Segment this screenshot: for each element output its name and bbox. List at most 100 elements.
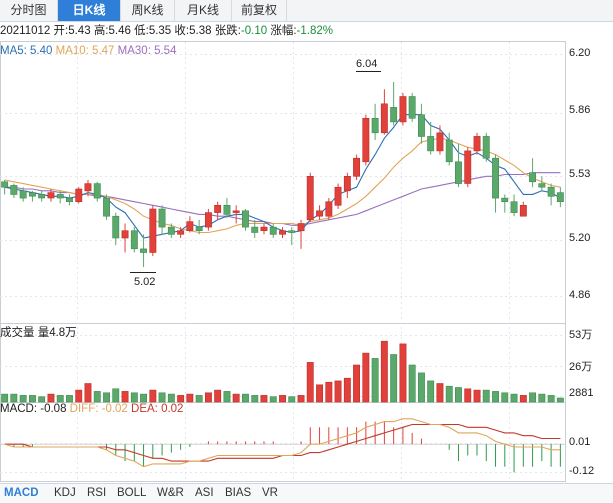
candle-body (436, 132, 444, 152)
tab-boll[interactable]: BOLL (117, 484, 146, 503)
kline-chart[interactable] (0, 0, 613, 502)
volume-bar (121, 391, 129, 403)
candle-body (56, 194, 64, 199)
candle-body (10, 185, 18, 195)
volume-bar (464, 388, 472, 403)
volume-bar (353, 364, 360, 403)
volume-bar (223, 391, 231, 403)
candle-body (1, 181, 9, 188)
volume-bar (482, 389, 490, 403)
volume-bar (297, 395, 305, 403)
indicator-tabbar: MACD KDJ RSI BOLL W&R ASI BIAS VR (0, 483, 613, 503)
candle-body (288, 230, 296, 233)
candle-body (38, 194, 46, 199)
candle-body (279, 230, 286, 235)
volume-bar (445, 385, 453, 403)
candle-body (362, 118, 370, 163)
volume-bar (288, 396, 296, 403)
volume-tick: 53万 (569, 329, 593, 341)
candle-body (232, 210, 240, 213)
candle-body (473, 136, 481, 152)
low-annotation: 5.02 (134, 276, 156, 288)
candle-body (501, 197, 509, 203)
macd-tick: 0.01 (569, 436, 591, 448)
volume-bar (371, 358, 379, 403)
volume-bar (556, 397, 564, 403)
macd-legend-dea: DEA: 0.02 (131, 403, 184, 415)
candle-body (251, 226, 259, 233)
tab-rsi[interactable]: RSI (87, 484, 106, 503)
candle-body (316, 210, 323, 217)
macd-legend-diff: DIFF: -0.02 (69, 403, 128, 415)
price-tick: 6.20 (569, 47, 591, 59)
candle-body (75, 188, 83, 202)
candle-body (149, 208, 157, 253)
volume-bar (399, 343, 407, 403)
candle-body (205, 212, 212, 228)
high-annotation: 6.04 (356, 58, 378, 70)
volume-bar (269, 396, 277, 403)
candle-body (140, 248, 147, 253)
volume-bar (306, 362, 314, 403)
candle-body (66, 197, 73, 203)
macd-legend-macd: MACD: -0.08 (0, 403, 67, 415)
volume-bar (177, 395, 185, 403)
volume-bar (316, 384, 323, 403)
tab-kdj[interactable]: KDJ (54, 484, 76, 503)
tab-asi[interactable]: ASI (195, 484, 214, 503)
price-tick: 5.86 (569, 104, 591, 116)
candle-body (103, 197, 111, 217)
candle-body (390, 107, 398, 123)
price-tick: 5.20 (569, 232, 591, 244)
volume-bar (214, 389, 222, 403)
volume-bar (417, 372, 425, 403)
volume-bar (427, 380, 435, 403)
candle-body (47, 192, 55, 199)
volume-bar (529, 392, 537, 403)
candle-body (464, 150, 472, 184)
tab-bias[interactable]: BIAS (225, 484, 251, 503)
volume-bar (538, 393, 546, 403)
tab-vr[interactable]: VR (262, 484, 278, 503)
volume-bar (436, 383, 444, 403)
volume-bar (19, 395, 27, 403)
candle-body (167, 226, 175, 235)
volume-bar (454, 387, 462, 403)
volume-bar (10, 393, 18, 403)
candle-body (260, 226, 268, 232)
candle-body (343, 176, 351, 192)
candle-body (19, 190, 27, 199)
tab-macd[interactable]: MACD (4, 484, 39, 503)
chart-frame (0, 41, 566, 482)
candle-body (186, 221, 194, 232)
candle-body (121, 230, 129, 239)
candle-body (297, 223, 305, 232)
candle-body (371, 118, 379, 134)
candle-body (547, 186, 555, 197)
volume-bar (380, 340, 388, 403)
candle-body (84, 183, 92, 192)
volume-bar (195, 395, 203, 403)
tab-wr[interactable]: W&R (157, 484, 184, 503)
macd-tick: -0.12 (569, 465, 595, 477)
volume-bar (47, 393, 55, 403)
volume-bar (251, 395, 259, 403)
candle-body (130, 230, 138, 250)
volume-bar (325, 381, 333, 403)
volume-bar (501, 392, 509, 403)
volume-bar (75, 389, 83, 403)
candle-body (408, 96, 416, 119)
candle-body (177, 230, 185, 235)
volume-bar (279, 395, 286, 403)
volume-bar (167, 393, 175, 403)
volume-bar (158, 392, 166, 403)
candle-body (269, 226, 277, 235)
candle-body (454, 161, 462, 184)
candle-body (334, 186, 342, 206)
volume-bar (492, 391, 499, 403)
volume-bar (547, 395, 555, 403)
volume-bar (408, 364, 416, 403)
candle-body (306, 176, 314, 221)
volume-legend: 成交量 量4.8万 (0, 327, 77, 339)
candle-body (223, 205, 231, 215)
